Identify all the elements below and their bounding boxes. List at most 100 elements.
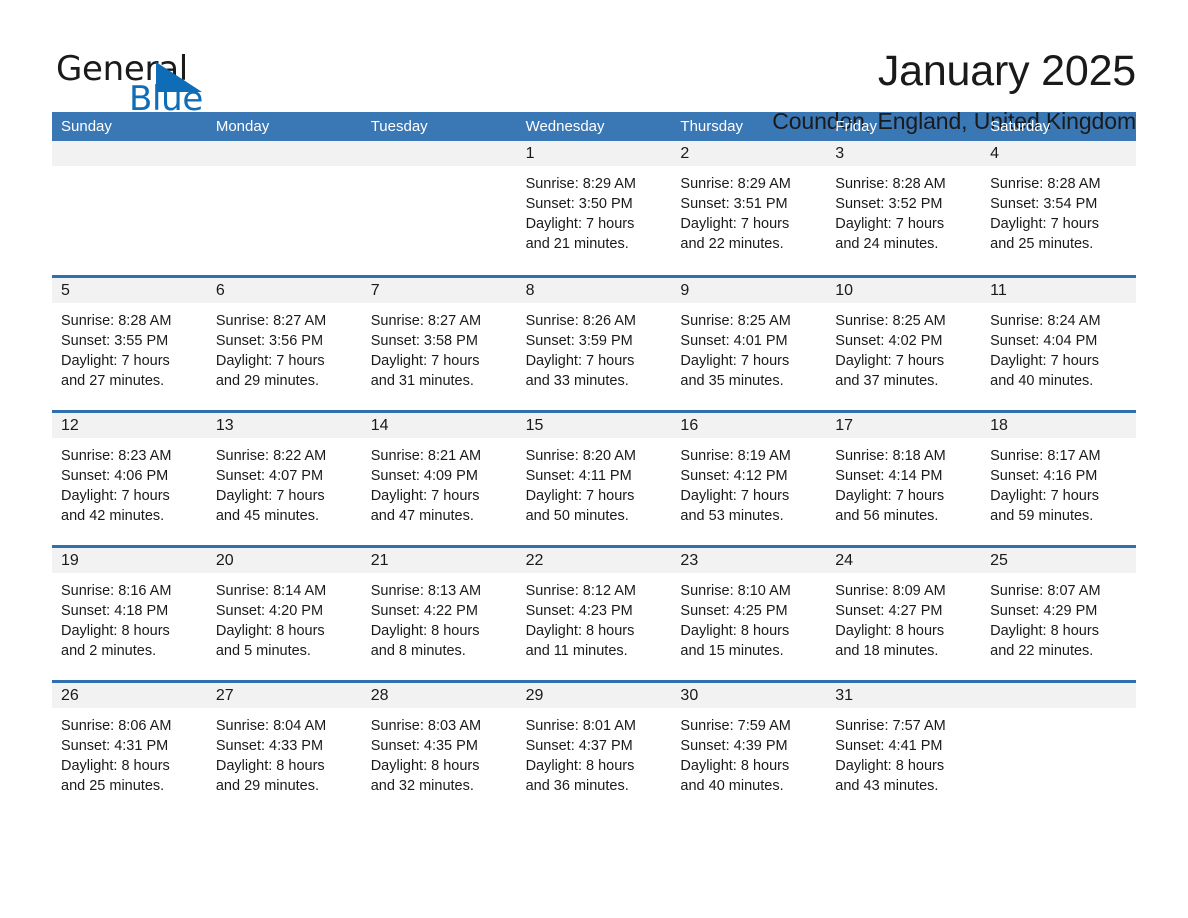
day-details: Sunrise: 8:25 AM Sunset: 4:01 PM Dayligh… — [671, 303, 826, 391]
day-number: 30 — [680, 687, 699, 704]
sunset-text: Sunset: 4:33 PM — [215, 738, 324, 754]
sunset-text: Sunset: 3:55 PM — [61, 333, 169, 349]
day-cell[interactable]: 29 Sunrise: 8:01 AM Sunset: 4:37 PM Dayl… — [516, 680, 672, 815]
day-cell[interactable]: 7 Sunrise: 8:27 AM Sunset: 3:58 PM Dayli… — [361, 275, 517, 410]
day-cell[interactable]: 30 Sunrise: 7:59 AM Sunset: 4:39 PM Dayl… — [671, 680, 827, 815]
day-cell[interactable]: 6 Sunrise: 8:27 AM Sunset: 3:56 PM Dayli… — [206, 275, 362, 410]
day-cell[interactable]: 13 Sunrise: 8:22 AM Sunset: 4:07 PM Dayl… — [206, 410, 362, 545]
daylight-text-line2: and 40 minutes. — [680, 778, 784, 794]
week-row: 19 Sunrise: 8:16 AM Sunset: 4:18 PM Dayl… — [52, 545, 1136, 680]
day-number-band: 19 — [52, 548, 207, 573]
day-cell[interactable]: 2 Sunrise: 8:29 AM Sunset: 3:51 PM Dayli… — [671, 141, 827, 275]
day-details: Sunrise: 8:24 AM Sunset: 4:04 PM Dayligh… — [981, 303, 1136, 391]
day-details: Sunrise: 8:07 AM Sunset: 4:29 PM Dayligh… — [981, 573, 1136, 661]
daylight-text-line2: and 2 minutes. — [61, 643, 157, 659]
daylight-text-line1: Daylight: 8 hours — [370, 623, 480, 639]
daylight-text-line2: and 25 minutes. — [61, 778, 165, 794]
day-cell[interactable]: 5 Sunrise: 8:28 AM Sunset: 3:55 PM Dayli… — [52, 275, 207, 410]
daylight-text-line1: Daylight: 8 hours — [525, 623, 635, 639]
daylight-text-line1: Daylight: 7 hours — [990, 353, 1099, 369]
daylight-text-line2: and 47 minutes. — [370, 508, 474, 524]
day-number-band — [52, 141, 207, 166]
daylight-text-line2: and 33 minutes. — [525, 373, 629, 389]
sunrise-text: Sunrise: 7:59 AM — [680, 718, 791, 734]
day-number-band: 11 — [981, 278, 1136, 303]
day-details: Sunrise: 8:28 AM Sunset: 3:54 PM Dayligh… — [981, 166, 1136, 254]
day-number: 11 — [990, 282, 1007, 299]
day-cell[interactable] — [981, 680, 1136, 815]
day-number: 16 — [680, 417, 699, 434]
daylight-text-line2: and 37 minutes. — [835, 373, 939, 389]
day-cell[interactable]: 8 Sunrise: 8:26 AM Sunset: 3:59 PM Dayli… — [516, 275, 672, 410]
day-number: 21 — [370, 552, 389, 569]
sunrise-text: Sunrise: 8:16 AM — [61, 583, 172, 599]
day-number-band: 20 — [206, 548, 362, 573]
sunset-text: Sunset: 3:58 PM — [370, 333, 478, 349]
day-number-band: 29 — [516, 683, 672, 708]
day-cell[interactable]: 26 Sunrise: 8:06 AM Sunset: 4:31 PM Dayl… — [52, 680, 207, 815]
day-cell[interactable]: 25 Sunrise: 8:07 AM Sunset: 4:29 PM Dayl… — [981, 545, 1136, 680]
day-number-band: 26 — [52, 683, 207, 708]
day-number-band: 31 — [826, 683, 982, 708]
day-details: Sunrise: 8:27 AM Sunset: 3:58 PM Dayligh… — [362, 303, 517, 391]
day-number-band: 14 — [361, 413, 517, 438]
general-blue-logo[interactable]: General Blue — [56, 46, 206, 116]
day-number: 27 — [215, 687, 234, 704]
day-cell[interactable]: 20 Sunrise: 8:14 AM Sunset: 4:20 PM Dayl… — [206, 545, 362, 680]
day-cell[interactable]: 16 Sunrise: 8:19 AM Sunset: 4:12 PM Dayl… — [671, 410, 827, 545]
daylight-text-line2: and 42 minutes. — [61, 508, 165, 524]
day-details: Sunrise: 8:23 AM Sunset: 4:06 PM Dayligh… — [52, 438, 207, 526]
sunset-text: Sunset: 4:20 PM — [215, 603, 324, 619]
day-cell[interactable]: 31 Sunrise: 7:57 AM Sunset: 4:41 PM Dayl… — [826, 680, 982, 815]
day-cell[interactable] — [361, 141, 517, 275]
daylight-text-line2: and 27 minutes. — [61, 373, 165, 389]
daylight-text-line1: Daylight: 7 hours — [525, 353, 635, 369]
daylight-text-line2: and 56 minutes. — [835, 508, 939, 524]
day-cell[interactable]: 4 Sunrise: 8:28 AM Sunset: 3:54 PM Dayli… — [981, 141, 1136, 275]
day-cell[interactable]: 23 Sunrise: 8:10 AM Sunset: 4:25 PM Dayl… — [671, 545, 827, 680]
weekday-header-saturday: Saturday — [990, 118, 1051, 135]
daylight-text-line1: Daylight: 8 hours — [990, 623, 1099, 639]
day-details: Sunrise: 8:18 AM Sunset: 4:14 PM Dayligh… — [826, 438, 981, 526]
daylight-text-line1: Daylight: 7 hours — [61, 353, 170, 369]
daylight-text-line1: Daylight: 7 hours — [835, 353, 945, 369]
day-number-band: 27 — [206, 683, 362, 708]
daylight-text-line2: and 59 minutes. — [990, 508, 1094, 524]
daylight-text-line2: and 21 minutes. — [525, 236, 629, 252]
day-details — [52, 166, 207, 174]
daylight-text-line1: Daylight: 7 hours — [680, 216, 790, 232]
day-cell[interactable]: 14 Sunrise: 8:21 AM Sunset: 4:09 PM Dayl… — [361, 410, 517, 545]
day-details: Sunrise: 8:19 AM Sunset: 4:12 PM Dayligh… — [671, 438, 826, 526]
sunset-text: Sunset: 4:09 PM — [370, 468, 478, 484]
day-cell[interactable]: 9 Sunrise: 8:25 AM Sunset: 4:01 PM Dayli… — [671, 275, 827, 410]
day-details: Sunrise: 8:09 AM Sunset: 4:27 PM Dayligh… — [826, 573, 981, 661]
sunset-text: Sunset: 4:37 PM — [525, 738, 633, 754]
day-cell[interactable] — [206, 141, 362, 275]
day-number-band: 16 — [671, 413, 827, 438]
day-cell[interactable]: 1 Sunrise: 8:29 AM Sunset: 3:50 PM Dayli… — [516, 141, 672, 275]
day-cell[interactable]: 11 Sunrise: 8:24 AM Sunset: 4:04 PM Dayl… — [981, 275, 1136, 410]
day-cell[interactable]: 17 Sunrise: 8:18 AM Sunset: 4:14 PM Dayl… — [826, 410, 982, 545]
day-cell[interactable]: 10 Sunrise: 8:25 AM Sunset: 4:02 PM Dayl… — [826, 275, 982, 410]
day-cell[interactable]: 12 Sunrise: 8:23 AM Sunset: 4:06 PM Dayl… — [52, 410, 207, 545]
sunset-text: Sunset: 4:11 PM — [525, 468, 632, 484]
day-number: 26 — [61, 687, 79, 704]
sunrise-text: Sunrise: 8:01 AM — [525, 718, 636, 734]
day-cell[interactable]: 3 Sunrise: 8:28 AM Sunset: 3:52 PM Dayli… — [826, 141, 982, 275]
day-cell[interactable]: 24 Sunrise: 8:09 AM Sunset: 4:27 PM Dayl… — [826, 545, 982, 680]
sunset-text: Sunset: 4:23 PM — [525, 603, 633, 619]
day-cell[interactable]: 28 Sunrise: 8:03 AM Sunset: 4:35 PM Dayl… — [361, 680, 517, 815]
day-cell[interactable]: 19 Sunrise: 8:16 AM Sunset: 4:18 PM Dayl… — [52, 545, 207, 680]
day-cell[interactable] — [52, 141, 207, 275]
day-cell[interactable]: 22 Sunrise: 8:12 AM Sunset: 4:23 PM Dayl… — [516, 545, 672, 680]
day-details: Sunrise: 8:06 AM Sunset: 4:31 PM Dayligh… — [52, 708, 207, 796]
sunrise-text: Sunrise: 8:28 AM — [990, 176, 1101, 192]
sunset-text: Sunset: 4:01 PM — [680, 333, 788, 349]
sunrise-text: Sunrise: 8:25 AM — [835, 313, 946, 329]
day-cell[interactable]: 21 Sunrise: 8:13 AM Sunset: 4:22 PM Dayl… — [361, 545, 517, 680]
daylight-text-line2: and 36 minutes. — [525, 778, 629, 794]
day-cell[interactable]: 27 Sunrise: 8:04 AM Sunset: 4:33 PM Dayl… — [206, 680, 362, 815]
day-cell[interactable]: 18 Sunrise: 8:17 AM Sunset: 4:16 PM Dayl… — [981, 410, 1136, 545]
sunrise-text: Sunrise: 8:20 AM — [525, 448, 636, 464]
day-cell[interactable]: 15 Sunrise: 8:20 AM Sunset: 4:11 PM Dayl… — [516, 410, 672, 545]
